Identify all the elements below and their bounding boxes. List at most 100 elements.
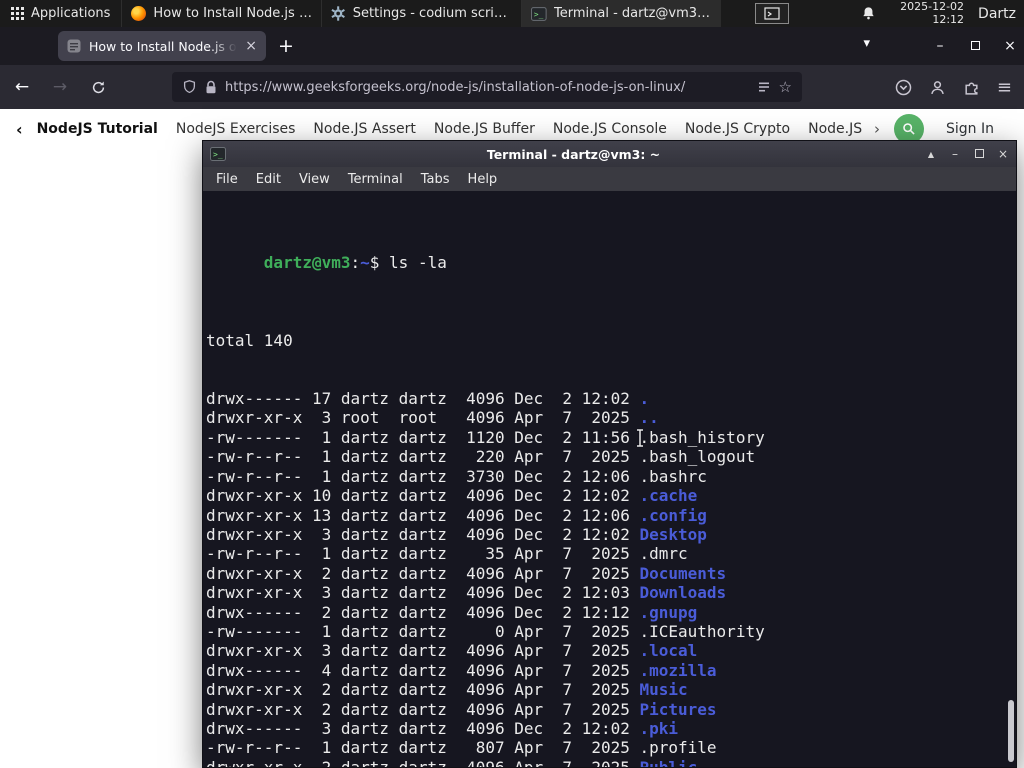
terminal-output: drwx------ 17 dartz dartz 4096 Dec 2 12:… bbox=[206, 389, 1016, 767]
top-panel: Applications How to Install Node.js o...… bbox=[0, 0, 1024, 27]
notification-bell-icon[interactable] bbox=[861, 6, 876, 21]
taskbar-item-label: How to Install Node.js o... bbox=[153, 6, 313, 21]
ibeam-cursor bbox=[637, 428, 643, 448]
panel-username: Dartz bbox=[978, 5, 1016, 22]
search-icon bbox=[903, 123, 915, 135]
gfg-nav-links: NodeJS Tutorial NodeJS Exercises Node.JS A… bbox=[37, 121, 866, 137]
terminal-minimize-button[interactable]: – bbox=[949, 147, 961, 161]
list-all-tabs-chevron-icon[interactable]: ▾ bbox=[863, 36, 870, 51]
reload-button[interactable] bbox=[84, 73, 112, 101]
minimize-button[interactable]: – bbox=[934, 38, 946, 54]
shade-button[interactable]: ▲ bbox=[925, 150, 937, 159]
terminal-line: -rw------- 1 dartz dartz 1120 Dec 2 11:5… bbox=[206, 427, 765, 447]
extensions-icon[interactable] bbox=[963, 79, 980, 96]
taskbar-item-label: Terminal - dartz@vm3: ~ bbox=[554, 6, 713, 21]
terminal-line: drwx------ 3 dartz dartz 4096 Dec 2 12:0… bbox=[206, 718, 679, 738]
gfg-nav-link[interactable]: NodeJS Exercises bbox=[176, 121, 296, 137]
bookmark-star-icon[interactable]: ☆ bbox=[779, 78, 792, 96]
terminal-line: drwxr-xr-x 13 dartz dartz 4096 Dec 2 12:… bbox=[206, 505, 707, 525]
terminal-menu-view[interactable]: View bbox=[290, 170, 339, 189]
restore-button[interactable] bbox=[969, 38, 981, 54]
terminal-menu-help[interactable]: Help bbox=[459, 170, 507, 189]
terminal-line: drwx------ 4 dartz dartz 4096 Apr 7 2025… bbox=[206, 660, 717, 680]
nav-next-chevron-icon[interactable]: › bbox=[874, 120, 880, 138]
gfg-nav-link[interactable]: Node.JS Console bbox=[553, 121, 667, 137]
applications-label: Applications bbox=[31, 6, 111, 21]
svg-text:>_: >_ bbox=[213, 150, 223, 159]
terminal-line: -rw-r--r-- 1 dartz dartz 220 Apr 7 2025 … bbox=[206, 447, 756, 467]
terminal-menu-edit[interactable]: Edit bbox=[247, 170, 290, 189]
applications-grid-icon bbox=[11, 7, 24, 20]
terminal-line: drwx------ 2 dartz dartz 4096 Dec 2 12:1… bbox=[206, 602, 698, 622]
terminal-line: drwxr-xr-x 3 dartz dartz 4096 Dec 2 12:0… bbox=[206, 524, 707, 544]
terminal-line: -rw-r--r-- 1 dartz dartz 3730 Dec 2 12:0… bbox=[206, 466, 707, 486]
tab-close-icon[interactable]: × bbox=[245, 38, 257, 54]
terminal-line: -rw------- 1 dartz dartz 0 Apr 7 2025 .I… bbox=[206, 621, 765, 641]
terminal-line: drwxr-xr-x 2 dartz dartz 4096 Apr 7 2025… bbox=[206, 563, 727, 583]
terminal-window: >_ Terminal - dartz@vm3: ~ ▲ – × File Edi… bbox=[202, 140, 1017, 768]
clock-date: 2025-12-02 bbox=[900, 0, 965, 13]
terminal-close-button[interactable]: × bbox=[997, 147, 1009, 161]
restore-icon bbox=[970, 41, 980, 50]
gfg-nav-link[interactable]: NodeJS Tutorial bbox=[37, 121, 158, 137]
gfg-nav-link[interactable]: Node.JS Crypto bbox=[685, 121, 790, 137]
terminal-icon: >_ bbox=[210, 147, 226, 161]
terminal-menu-file[interactable]: File bbox=[207, 170, 247, 189]
gear-icon bbox=[331, 6, 346, 21]
nav-prev-chevron-icon[interactable]: ‹ bbox=[16, 120, 23, 139]
browser-tabbar: How to Install Node.js on × + ▾ – × bbox=[0, 27, 1024, 65]
url-bar[interactable]: https://www.geeksforgeeks.org/node-js/in… bbox=[172, 72, 802, 102]
account-icon[interactable] bbox=[929, 79, 946, 96]
terminal-line: -rw-r--r-- 1 dartz dartz 35 Apr 7 2025 .… bbox=[206, 544, 688, 564]
terminal-scrollbar-thumb[interactable] bbox=[1008, 700, 1014, 762]
menu-hamburger-icon[interactable]: ≡ bbox=[997, 77, 1012, 98]
terminal-line: drwxr-xr-x 2 dartz dartz 4096 Apr 7 2025… bbox=[206, 680, 688, 700]
gfg-nav-link[interactable]: Node.JS DNS bbox=[808, 121, 866, 137]
taskbar-item-settings[interactable]: Settings - codium script... bbox=[321, 0, 521, 27]
gfg-nav-link[interactable]: Node.JS Assert bbox=[313, 121, 415, 137]
terminal-window-controls: ▲ – × bbox=[917, 147, 1009, 161]
padlock-icon[interactable] bbox=[205, 80, 217, 95]
terminal-prompt-line: dartz@vm3:~$ ls -la bbox=[263, 253, 447, 273]
terminal-line: drwxr-xr-x 2 dartz dartz 4096 Apr 7 2025… bbox=[206, 699, 717, 719]
terminal-command: ls -la bbox=[389, 253, 447, 273]
prompt-user-host: dartz@vm3 bbox=[263, 253, 351, 273]
terminal-menu-terminal[interactable]: Terminal bbox=[339, 170, 412, 189]
browser-tab-active[interactable]: How to Install Node.js on × bbox=[58, 31, 266, 61]
terminal-screen[interactable]: dartz@vm3:~$ ls -la total 140 drwx------… bbox=[203, 191, 1016, 767]
browser-toolbar: ← → https://www.geeksforgeeks.org/node-j… bbox=[0, 65, 1024, 109]
new-tab-button[interactable]: + bbox=[278, 33, 294, 59]
terminal-titlebar[interactable]: >_ Terminal - dartz@vm3: ~ ▲ – × bbox=[203, 141, 1016, 167]
svg-text:>_: >_ bbox=[534, 9, 544, 18]
toolbar-right-icons: ≡ bbox=[895, 77, 1016, 98]
taskbar-item-browser[interactable]: How to Install Node.js o... bbox=[121, 0, 321, 27]
pocket-icon[interactable] bbox=[895, 79, 912, 96]
taskbar-item-label: Settings - codium script... bbox=[352, 6, 513, 21]
panel-status-area: 2025-12-02 12:12 Dartz bbox=[755, 0, 1024, 27]
taskbar-item-terminal[interactable]: >_ Terminal - dartz@vm3: ~ bbox=[521, 0, 722, 27]
close-button[interactable]: × bbox=[1004, 38, 1016, 54]
sign-in-button[interactable]: Sign In bbox=[946, 121, 994, 137]
terminal-maximize-button[interactable] bbox=[973, 147, 985, 161]
back-button[interactable]: ← bbox=[8, 73, 36, 101]
tab-favicon bbox=[67, 39, 81, 53]
gfg-nav-link[interactable]: Node.JS Buffer bbox=[434, 121, 535, 137]
terminal-total-line: total 140 bbox=[206, 330, 293, 350]
terminal-line: -rw-r--r-- 1 dartz dartz 807 Apr 7 2025 … bbox=[206, 738, 717, 758]
terminal-menu-tabs[interactable]: Tabs bbox=[412, 170, 459, 189]
applications-menu-button[interactable]: Applications bbox=[0, 0, 121, 27]
terminal-line: drwxr-xr-x 3 root root 4096 Apr 7 2025 .… bbox=[206, 408, 659, 428]
firefox-icon bbox=[131, 6, 147, 21]
panel-clock[interactable]: 2025-12-02 12:12 bbox=[900, 0, 965, 26]
tab-title: How to Install Node.js on bbox=[89, 38, 238, 54]
tracking-shield-icon[interactable] bbox=[182, 79, 197, 95]
terminal-menubar: File Edit View Terminal Tabs Help bbox=[203, 167, 1016, 191]
terminal-icon: >_ bbox=[531, 6, 548, 21]
maximize-icon bbox=[974, 149, 984, 158]
forward-button[interactable]: → bbox=[46, 73, 74, 101]
url-text[interactable]: https://www.geeksforgeeks.org/node-js/in… bbox=[225, 80, 749, 95]
terminal-line: drwxr-xr-x 2 dartz dartz 4096 Apr 7 2025… bbox=[206, 758, 1016, 767]
terminal-title: Terminal - dartz@vm3: ~ bbox=[486, 146, 661, 162]
reader-view-icon[interactable] bbox=[757, 80, 771, 94]
tray-terminal-icon[interactable] bbox=[755, 3, 790, 24]
